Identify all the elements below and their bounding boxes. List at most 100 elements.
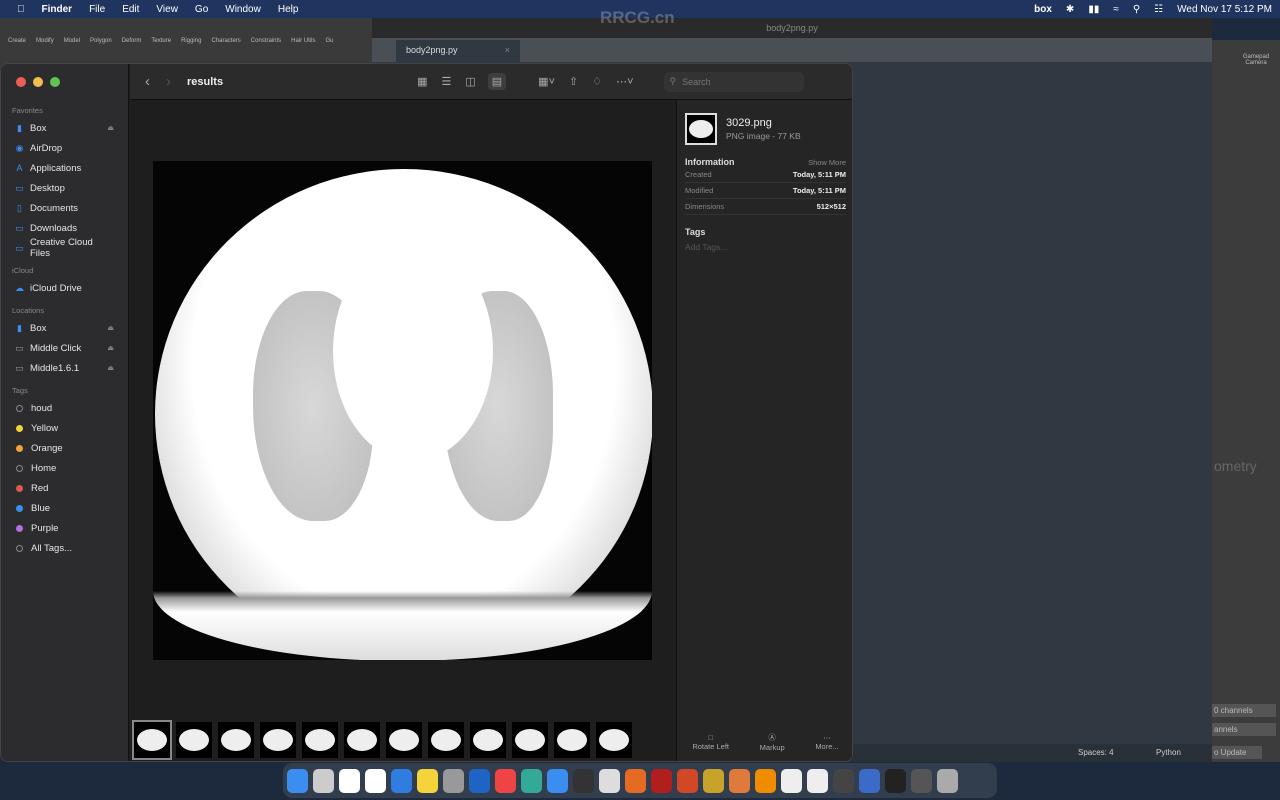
dock-app-icon[interactable]	[495, 768, 516, 793]
dock-app-icon[interactable]	[625, 768, 646, 793]
channels-select-2[interactable]: annels	[1212, 723, 1276, 736]
thumbnail[interactable]	[512, 722, 548, 758]
minimize-button[interactable]	[33, 77, 43, 87]
thumbnail[interactable]	[260, 722, 296, 758]
eject-icon[interactable]: ⏏	[107, 124, 114, 132]
forward-button[interactable]: ›	[166, 73, 171, 90]
shelf-tab[interactable]: Polygon	[90, 38, 112, 44]
spaces-indicator[interactable]: Spaces: 4	[1078, 748, 1114, 757]
dock-app-icon[interactable]	[521, 768, 542, 793]
dock-app-icon[interactable]	[365, 768, 386, 793]
thumbnail[interactable]	[554, 722, 590, 758]
dock-app-icon[interactable]	[755, 768, 776, 793]
dock-app-icon[interactable]	[287, 768, 308, 793]
sidebar-item-fav[interactable]: ▭ Creative Cloud Files	[1, 237, 128, 259]
dock-app-icon[interactable]	[651, 768, 672, 793]
menu-view[interactable]: View	[156, 4, 178, 15]
sidebar-tag[interactable]: Red	[1, 478, 128, 498]
group-icon[interactable]: ▦˅	[538, 75, 555, 88]
tab-body2png[interactable]: body2png.py ×	[396, 40, 520, 62]
dock-app-icon[interactable]	[547, 768, 568, 793]
sidebar-item-fav[interactable]: ◉ AirDrop	[1, 138, 128, 158]
dock-app-icon[interactable]	[885, 768, 906, 793]
eject-icon[interactable]: ⏏	[107, 344, 114, 352]
markup-button[interactable]: Ⓐ Markup	[760, 732, 785, 752]
dock-app-icon[interactable]	[807, 768, 828, 793]
add-tags-field[interactable]: Add Tags...	[685, 242, 846, 252]
dock-app-icon[interactable]	[729, 768, 750, 793]
thumbnail[interactable]	[132, 720, 172, 760]
shelf-tab[interactable]: Texture	[151, 38, 171, 44]
column-view-icon[interactable]: ◫	[465, 75, 475, 88]
share-icon[interactable]: ⇧	[569, 75, 578, 88]
dock-app-icon[interactable]	[703, 768, 724, 793]
sidebar-item-loc[interactable]: ▮ Box ⏏	[1, 318, 128, 338]
more-actions-icon[interactable]: ⋯˅	[616, 75, 633, 88]
sidebar-tag[interactable]: Home	[1, 458, 128, 478]
tag-icon[interactable]: ♢	[592, 75, 602, 88]
thumbnail[interactable]	[218, 722, 254, 758]
dock-app-icon[interactable]	[339, 768, 360, 793]
menu-finder[interactable]: Finder	[42, 4, 73, 15]
sidebar-tag[interactable]: All Tags...	[1, 538, 128, 558]
eject-icon[interactable]: ⏏	[107, 364, 114, 372]
sidebar-item-fav[interactable]: A Applications	[1, 158, 128, 178]
thumbnail[interactable]	[344, 722, 380, 758]
rotate-left-button[interactable]: □ Rotate Left	[692, 733, 729, 751]
clock[interactable]: Wed Nov 17 5:12 PM	[1177, 4, 1272, 15]
thumbnail[interactable]	[302, 722, 338, 758]
icon-view-icon[interactable]: ▦	[417, 75, 427, 88]
shelf-tab[interactable]: Constraints	[251, 38, 281, 44]
sidebar-tag[interactable]: Purple	[1, 518, 128, 538]
thumbnail[interactable]	[428, 722, 464, 758]
close-icon[interactable]: ×	[505, 45, 510, 55]
dock-app-icon[interactable]	[677, 768, 698, 793]
sidebar-item-icloud[interactable]: ☁ iCloud Drive	[1, 278, 128, 298]
bluetooth-icon[interactable]: ✱	[1066, 4, 1074, 15]
thumbnail[interactable]	[596, 722, 632, 758]
control-center-icon[interactable]: ☷	[1154, 4, 1163, 15]
thumbnail[interactable]	[176, 722, 212, 758]
show-more-button[interactable]: Show More	[808, 158, 846, 167]
gallery-view-icon[interactable]: ▤	[487, 73, 507, 90]
dock-app-icon[interactable]	[469, 768, 490, 793]
dock-app-icon[interactable]	[859, 768, 880, 793]
sidebar-tag[interactable]: Yellow	[1, 418, 128, 438]
menu-go[interactable]: Go	[195, 4, 208, 15]
sidebar-item-loc[interactable]: ▭ Middle1.6.1 ⏏	[1, 358, 128, 378]
shelf-tab[interactable]: Gu	[325, 38, 333, 44]
search-icon[interactable]: ⚲	[1133, 4, 1140, 15]
sidebar-item-fav[interactable]: ▭ Desktop	[1, 178, 128, 198]
dock-app-icon[interactable]	[391, 768, 412, 793]
dock-app-icon[interactable]	[937, 768, 958, 793]
sidebar-item-loc[interactable]: ▭ Middle Click ⏏	[1, 338, 128, 358]
shelf-tab[interactable]: Create	[8, 38, 26, 44]
sidebar-tag[interactable]: Orange	[1, 438, 128, 458]
more-button[interactable]: ⋯ More...	[815, 733, 838, 751]
dock-app-icon[interactable]	[911, 768, 932, 793]
dock-app-icon[interactable]	[573, 768, 594, 793]
ct-scan-image[interactable]	[153, 161, 652, 660]
sidebar-tag[interactable]: Blue	[1, 498, 128, 518]
sidebar-item-fav[interactable]: ▭ Downloads	[1, 218, 128, 238]
dock-app-icon[interactable]	[443, 768, 464, 793]
box-status-icon[interactable]: box	[1034, 4, 1052, 15]
menu-window[interactable]: Window	[225, 4, 261, 15]
wifi-icon[interactable]: ≈	[1113, 4, 1119, 15]
menu-file[interactable]: File	[89, 4, 105, 15]
thumbnail[interactable]	[386, 722, 422, 758]
list-view-icon[interactable]: ☰	[441, 75, 451, 88]
menu-help[interactable]: Help	[278, 4, 299, 15]
sidebar-tag[interactable]: houd	[1, 398, 128, 418]
dock-app-icon[interactable]	[599, 768, 620, 793]
menu-edit[interactable]: Edit	[122, 4, 139, 15]
zoom-button[interactable]	[50, 77, 60, 87]
search-field[interactable]: ⚲ Search	[663, 71, 804, 92]
channels-select[interactable]: 0 channels	[1212, 704, 1276, 717]
back-button[interactable]: ‹	[145, 73, 150, 90]
shelf-tab[interactable]: Modify	[36, 38, 54, 44]
shelf-tab[interactable]: Hair Utils	[291, 38, 315, 44]
shelf-tab[interactable]: Characters	[211, 38, 240, 44]
apple-icon[interactable]: 	[17, 4, 25, 15]
shelf-tab[interactable]: Deform	[122, 38, 142, 44]
